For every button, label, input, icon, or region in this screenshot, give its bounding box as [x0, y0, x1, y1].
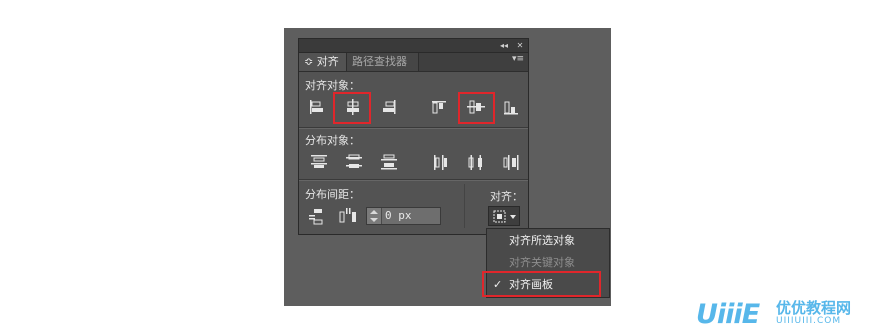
spacing-value: 0 px [385, 209, 412, 222]
distribute-objects-label: 分布对象： [305, 134, 360, 147]
menu-item-label: 对齐关键对象 [509, 256, 575, 269]
align-top-icon[interactable] [428, 97, 450, 117]
distribute-bottom-icon[interactable] [378, 152, 400, 172]
align-right-icon[interactable] [378, 97, 400, 117]
align-left-icon[interactable] [305, 97, 327, 117]
highlight-align-artboard [482, 271, 601, 297]
distribute-spacing-label: 分布间距： [305, 188, 360, 201]
menu-item-align-selection[interactable]: 对齐所选对象 [487, 230, 609, 252]
watermark-site-name: 优优教程网 [776, 299, 852, 317]
align-bottom-icon[interactable] [500, 97, 522, 117]
distribute-right-icon[interactable] [500, 152, 522, 172]
align-objects-label: 对齐对象： [305, 79, 360, 92]
align-to-label: 对齐： [490, 190, 523, 203]
distribute-vertical-center-icon[interactable] [343, 152, 365, 172]
distribute-left-icon[interactable] [430, 152, 452, 172]
panel-titlebar[interactable]: ◂◂ ✕ [299, 39, 528, 53]
panel-menu-icon[interactable]: ▾≡ [512, 54, 524, 64]
align-to-button[interactable] [488, 206, 520, 226]
watermark-url: UIIIUIII.COM [776, 316, 842, 326]
spacing-input[interactable]: 0 px [366, 207, 441, 225]
menu-item-label: 对齐所选对象 [509, 234, 575, 247]
distribute-top-icon[interactable] [308, 152, 330, 172]
distribute-vertical-space-icon[interactable] [306, 206, 328, 226]
panel-tabbar: ≎ 对齐 路径查找器 ▾≡ [299, 53, 528, 72]
watermark-logo: UiiiE [696, 299, 760, 330]
highlight-vertical-center [458, 92, 495, 124]
distribute-horizontal-space-icon[interactable] [337, 206, 359, 226]
highlight-horizontal-center [333, 92, 371, 124]
distribute-horizontal-center-icon[interactable] [465, 152, 487, 172]
tab-align[interactable]: ≎ 对齐 [299, 53, 347, 71]
align-to-artboard-icon [493, 210, 516, 223]
section-divider [299, 179, 528, 181]
collapse-icon[interactable]: ◂◂ [498, 39, 510, 52]
tab-pathfinder[interactable]: 路径查找器 [347, 53, 419, 71]
spacing-stepper[interactable] [367, 208, 382, 224]
close-icon[interactable]: ✕ [514, 39, 526, 52]
vertical-separator [464, 184, 465, 228]
watermark: UiiiE 优优教程网 UIIIUIII.COM [696, 300, 866, 330]
section-divider [299, 127, 528, 129]
